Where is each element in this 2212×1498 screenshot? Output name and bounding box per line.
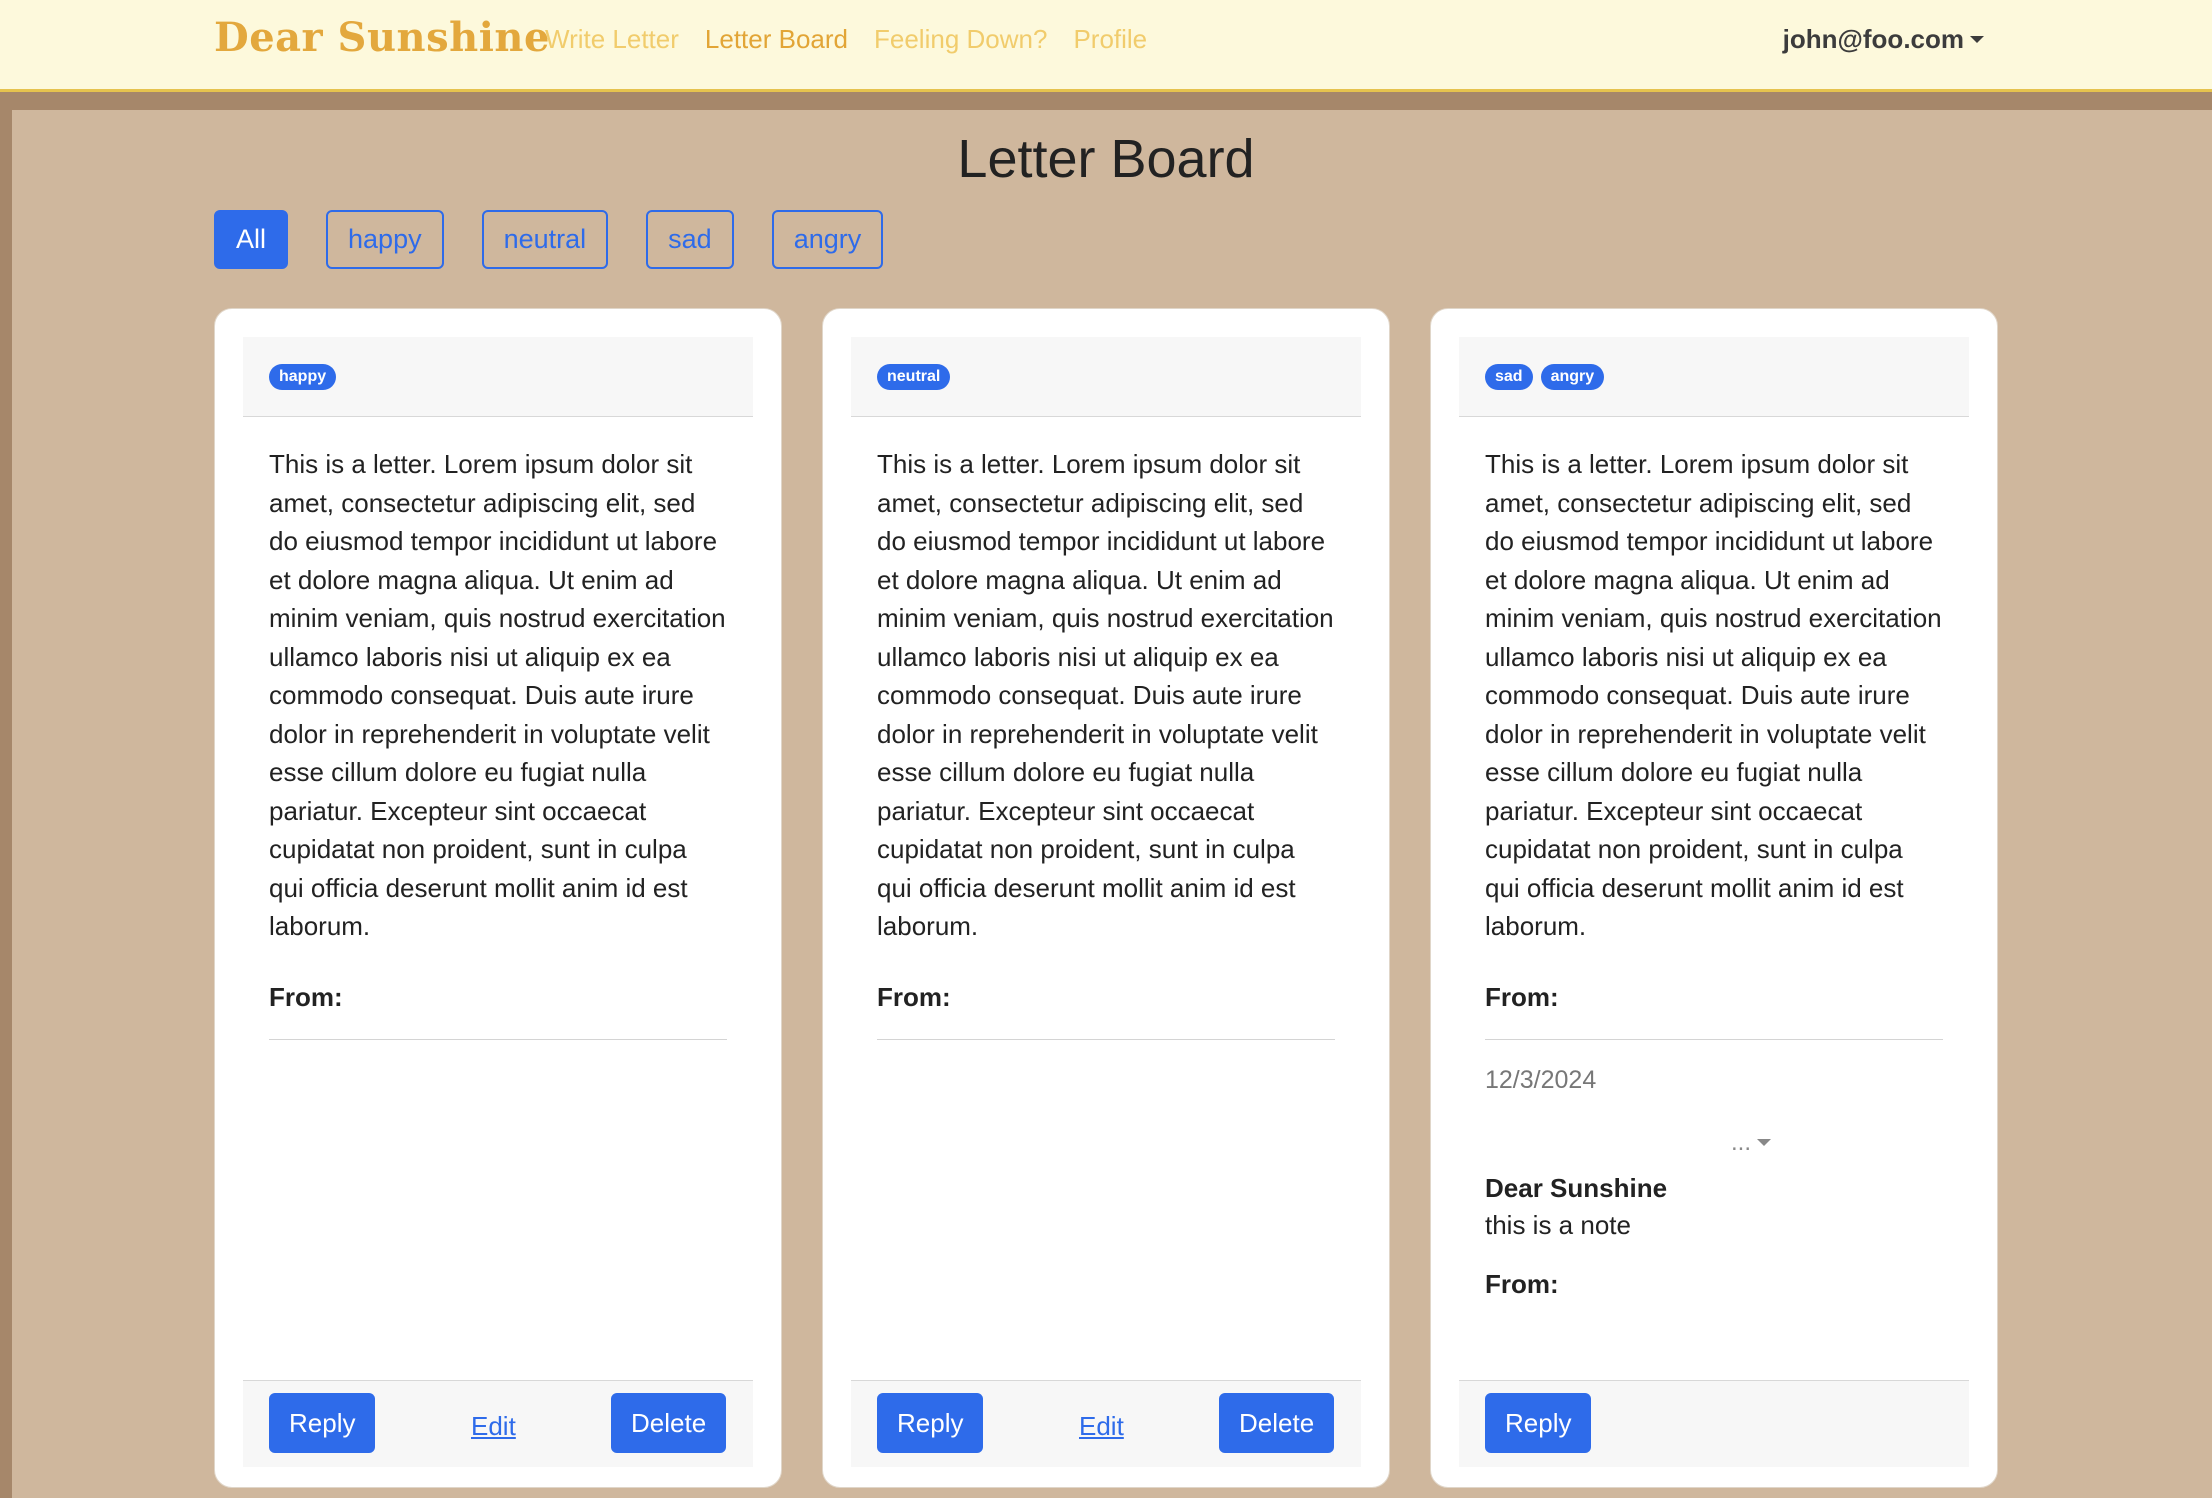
edit-link[interactable]: Edit <box>1079 1411 1124 1442</box>
nav-profile[interactable]: Profile <box>1073 24 1147 55</box>
card-header: happy <box>243 337 753 417</box>
note-author: Dear Sunshine <box>1485 1172 1668 1203</box>
letter-card: happy This is a letter. Lorem ipsum dolo… <box>214 308 782 1488</box>
delete-button[interactable]: Delete <box>1219 1393 1335 1453</box>
from-label: From: <box>269 981 343 1012</box>
mood-badge: angry <box>1540 363 1605 390</box>
card-body: This is a letter. Lorem ipsum dolor sit … <box>851 417 1361 1040</box>
nav-feeling-down[interactable]: Feeling Down? <box>874 24 1047 55</box>
letter-card-inner: neutral This is a letter. Lorem ipsum do… <box>851 337 1361 1467</box>
user-menu-dropdown[interactable]: john@foo.com <box>1783 24 1984 55</box>
note-date: 12/3/2024 <box>1485 1065 1597 1094</box>
reply-note: 12/3/2024 ... Dear Sunshine this is a no… <box>1459 1040 1969 1300</box>
card-header: sad angry <box>1459 337 1969 417</box>
card-footer: Reply Edit Delete <box>243 1380 753 1467</box>
caret-down-icon <box>1757 1139 1772 1146</box>
reply-button[interactable]: Reply <box>1485 1393 1592 1453</box>
card-body: This is a letter. Lorem ipsum dolor sit … <box>1459 417 1969 1040</box>
navbar: Dear Sunshine Write Letter Letter Board … <box>0 0 2212 92</box>
from-label: From: <box>1485 981 1559 1012</box>
mood-badge: sad <box>1485 363 1533 390</box>
card-footer: Reply Edit Delete <box>851 1380 1361 1467</box>
filter-angry-button[interactable]: angry <box>771 210 884 269</box>
nav-letter-board[interactable]: Letter Board <box>705 24 848 55</box>
letter-text: This is a letter. Lorem ipsum dolor sit … <box>1485 449 1942 941</box>
brand-logo[interactable]: Dear Sunshine <box>214 14 550 61</box>
filter-neutral-button[interactable]: neutral <box>481 210 609 269</box>
filter-happy-button[interactable]: happy <box>326 210 444 269</box>
letter-text: This is a letter. Lorem ipsum dolor sit … <box>269 449 726 941</box>
nav-links: Write Letter Letter Board Feeling Down? … <box>545 24 1147 55</box>
letter-card: neutral This is a letter. Lorem ipsum do… <box>822 308 1390 1488</box>
mood-badge: happy <box>269 363 337 390</box>
nav-write-letter[interactable]: Write Letter <box>545 24 679 55</box>
note-options-dropdown[interactable]: ... <box>1731 1129 1943 1157</box>
letter-text: This is a letter. Lorem ipsum dolor sit … <box>877 449 1334 941</box>
mood-badge: neutral <box>877 363 951 390</box>
note-from-label: From: <box>1485 1268 1559 1299</box>
delete-button[interactable]: Delete <box>611 1393 727 1453</box>
letter-card: sad angry This is a letter. Lorem ipsum … <box>1430 308 1998 1488</box>
user-email: john@foo.com <box>1782 24 1964 54</box>
card-header: neutral <box>851 337 1361 417</box>
reply-button[interactable]: Reply <box>877 1393 984 1453</box>
filter-sad-button[interactable]: sad <box>646 210 734 269</box>
card-footer: Reply <box>1459 1380 1969 1467</box>
filter-bar: All happy neutral sad angry <box>214 210 884 269</box>
ellipsis-icon: ... <box>1731 1128 1752 1156</box>
divider <box>269 1038 727 1040</box>
filter-all-button[interactable]: All <box>214 210 289 269</box>
note-body: this is a note <box>1485 1209 1631 1240</box>
edit-link[interactable]: Edit <box>471 1411 516 1442</box>
divider <box>877 1038 1335 1040</box>
reply-button[interactable]: Reply <box>269 1393 376 1453</box>
page-title: Letter Board <box>957 129 1255 189</box>
caret-down-icon <box>1970 36 1984 43</box>
from-label: From: <box>877 981 951 1012</box>
letter-card-inner: happy This is a letter. Lorem ipsum dolo… <box>243 337 753 1467</box>
card-body: This is a letter. Lorem ipsum dolor sit … <box>243 417 753 1040</box>
letter-card-inner: sad angry This is a letter. Lorem ipsum … <box>1459 337 1969 1467</box>
